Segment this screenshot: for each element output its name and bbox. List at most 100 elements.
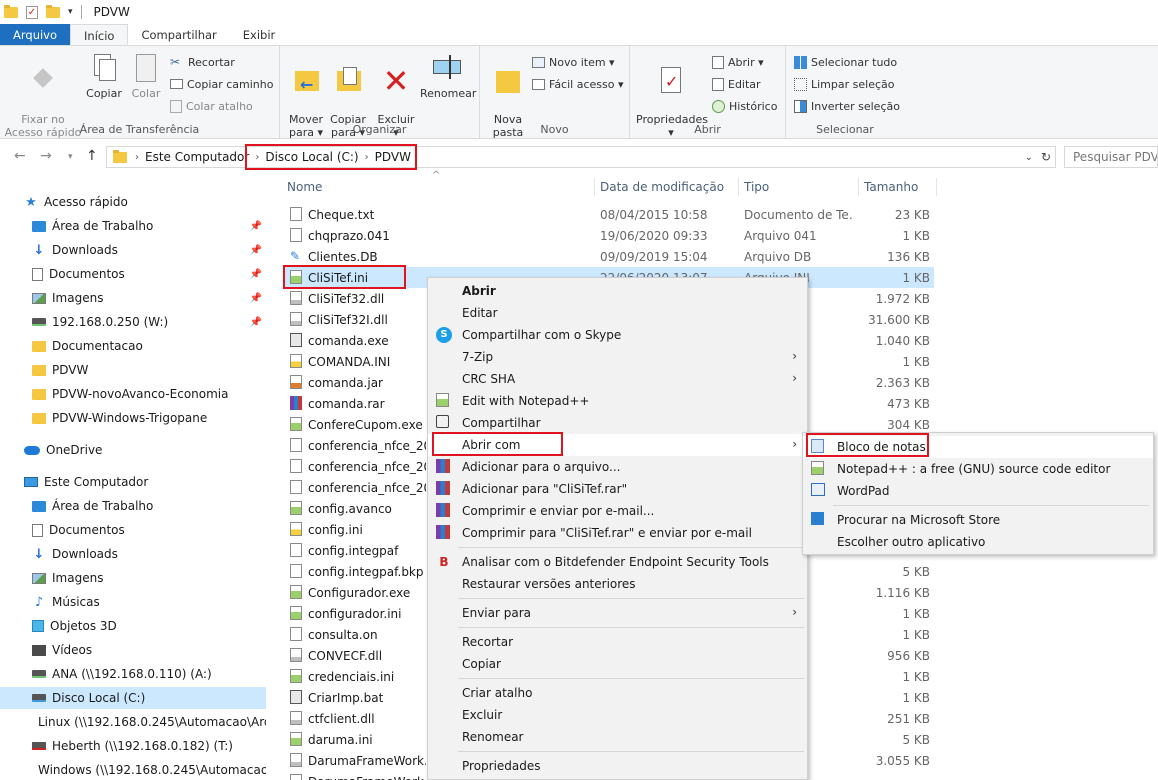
cut-button[interactable]: ✂ Recortar [170,53,235,71]
column-divider[interactable] [936,178,937,196]
column-header-size[interactable]: Tamanho [864,180,918,194]
file-name: COMANDA.INI [308,355,391,369]
menu-item-skype[interactable]: S Compartilhar com o Skype [428,324,807,346]
sidebar-item-quick-access[interactable]: ★ Acesso rápido [24,191,128,213]
new-folder-icon[interactable] [46,4,60,18]
sidebar-item-pc-music[interactable]: ♪ Músicas [32,591,100,613]
column-divider[interactable] [594,178,595,196]
checkmark-icon[interactable]: ✓ [26,5,38,19]
sidebar-item-pc-desktop[interactable]: Área de Trabalho [32,495,153,517]
up-arrow-icon[interactable]: ↑ [86,148,98,164]
refresh-icon[interactable]: ↻ [1041,150,1051,164]
recent-chevron-icon[interactable]: ▾ [68,152,73,162]
download-arrow-icon: ↓ [33,242,45,258]
menu-item-restore[interactable]: Restaurar versões anteriores [428,573,807,595]
sidebar-item-pc-pictures[interactable]: Imagens [32,567,103,589]
file-row[interactable]: chqprazo.041 19/06/2020 09:33 Arquivo 041 1… [284,225,934,246]
sidebar-item-pictures[interactable]: Imagens 📌 [32,287,268,309]
submenu-item-notepadpp[interactable]: Notepad++ : a free (GNU) source code edi… [803,458,1153,480]
properties-icon: ✓ [655,65,687,97]
pictures-icon [32,292,46,304]
menu-item-bitdefender[interactable]: B Analisar com o Bitdefender Endpoint Sec… [428,551,807,573]
sidebar-item-local-disk[interactable]: Disco Local (C:) [0,687,266,709]
sidebar-item-pc-downloads[interactable]: ↓ Downloads [32,543,118,565]
paste-button[interactable]: Colar [128,52,164,100]
sidebar-item-pc-documents[interactable]: Documentos [32,519,125,541]
breadcrumb-this-pc[interactable]: Este Computador [139,150,255,164]
easy-access-button[interactable]: Fácil acesso ▾ [532,75,623,93]
sidebar-item-pdvw-windows[interactable]: PDVW-Windows-Trigopane [32,407,207,429]
dll-file-icon [290,648,302,662]
column-divider[interactable] [858,178,859,196]
submenu-item-wordpad[interactable]: WordPad [803,480,1153,502]
rename-button[interactable]: Renomear [420,52,476,100]
copy-button[interactable]: Copiar [84,52,124,100]
sidebar-item-pc-3d-objects[interactable]: Objetos 3D [32,615,117,637]
open-button[interactable]: Abrir ▾ [712,53,764,71]
menu-item-compress-rar-email[interactable]: Comprimir para "CliSiTef.rar" e enviar p… [428,522,807,544]
edit-button[interactable]: Editar [712,75,761,93]
sidebar-item-documents[interactable]: Documentos 📌 [32,263,268,285]
sidebar-item-pc-videos[interactable]: Vídeos [32,639,92,661]
menu-item-send-to[interactable]: Enviar para › [428,602,807,624]
invert-selection-button[interactable]: Inverter seleção [794,97,900,115]
paste-shortcut-button[interactable]: Colar atalho [170,97,253,115]
ini-file-icon [290,354,302,368]
menu-item-delete[interactable]: Excluir [428,704,807,726]
column-header-type[interactable]: Tipo [744,180,769,194]
menu-separator [458,547,804,548]
menu-item-create-shortcut[interactable]: Criar atalho [428,682,807,704]
submenu-item-store[interactable]: Procurar na Microsoft Store [803,509,1153,531]
new-item-button[interactable]: Novo item ▾ [532,53,615,71]
sidebar-item-documentacao[interactable]: Documentacao [32,335,143,357]
annotation-box-file [283,265,406,289]
sidebar-item-desktop[interactable]: Área de Trabalho 📌 [32,215,268,237]
menu-item-compress-email[interactable]: Comprimir e enviar por e-mail... [428,500,807,522]
menu-item-open[interactable]: Abrir [428,280,807,302]
search-input[interactable]: Pesquisar PDVW [1064,146,1158,168]
txt-file-icon [290,207,302,221]
menu-item-7zip[interactable]: 7-Zip › [428,346,807,368]
tab-home[interactable]: Início [70,24,129,45]
menu-item-edit[interactable]: Editar [428,302,807,324]
column-header-date[interactable]: Data de modificação [600,180,724,194]
column-header-name[interactable]: Nome [287,180,322,194]
sidebar-item-network-w[interactable]: 192.168.0.250 (W:) 📌 [32,311,268,333]
submenu-item-other-app[interactable]: Escolher outro aplicativo [803,531,1153,553]
back-arrow-icon[interactable]: ← [14,148,26,164]
db-file-icon: ✎ [290,249,301,263]
menu-item-add-archive[interactable]: Adicionar para o arquivo... [428,456,807,478]
sidebar-item-windows[interactable]: Windows (\\192.168.0.245\Automacao\A [32,759,266,780]
copy-path-button[interactable]: Copiar caminho [170,75,273,93]
sidebar-item-drive-a[interactable]: ANA (\\192.168.0.110) (A:) [32,663,212,685]
select-all-button[interactable]: Selecionar tudo [794,53,897,71]
file-row[interactable]: Cheque.txt 08/04/2015 10:58 Documento de T… [284,204,934,225]
menu-item-cut[interactable]: Recortar [428,631,807,653]
sidebar-item-heberth[interactable]: Heberth (\\192.168.0.182) (T:) [32,735,233,757]
sidebar-item-linux[interactable]: Linux (\\192.168.0.245\Automacao\Arq_L [32,711,266,733]
menu-item-notepadpp[interactable]: Edit with Notepad++ [428,390,807,412]
column-divider[interactable] [738,178,739,196]
sidebar-item-downloads[interactable]: ↓ Downloads 📌 [32,239,268,261]
menu-item-rename[interactable]: Renomear [428,726,807,748]
forward-arrow-icon[interactable]: → [40,148,52,164]
menu-item-share[interactable]: Compartilhar [428,412,807,434]
menu-item-add-rar[interactable]: Adicionar para "CliSiTef.rar" [428,478,807,500]
tab-share[interactable]: Compartilhar [128,24,229,45]
menu-item-copy[interactable]: Copiar [428,653,807,675]
address-dropdown-icon[interactable]: ⌄ [1025,152,1033,163]
menu-item-properties[interactable]: Propriedades [428,755,807,777]
sidebar-item-pdvw[interactable]: PDVW [32,359,88,381]
select-none-button[interactable]: Limpar seleção [794,75,894,93]
menu-separator [833,505,1149,506]
chevron-right-icon: › [792,605,797,619]
tab-view[interactable]: Exibir [230,24,289,45]
sidebar-item-this-pc[interactable]: Este Computador [24,471,148,493]
tab-file[interactable]: Arquivo [0,24,71,45]
sidebar-item-onedrive[interactable]: OneDrive [24,439,102,461]
sidebar-item-pdvw-novoavanco[interactable]: PDVW-novoAvanco-Economia [32,383,228,405]
file-row[interactable]: ✎ Clientes.DB 09/09/2019 15:04 Arquivo DB 13… [284,246,934,267]
chevron-down-icon[interactable]: ▾ [68,7,73,17]
history-button[interactable]: Histórico [712,97,777,115]
menu-item-crc-sha[interactable]: CRC SHA › [428,368,807,390]
